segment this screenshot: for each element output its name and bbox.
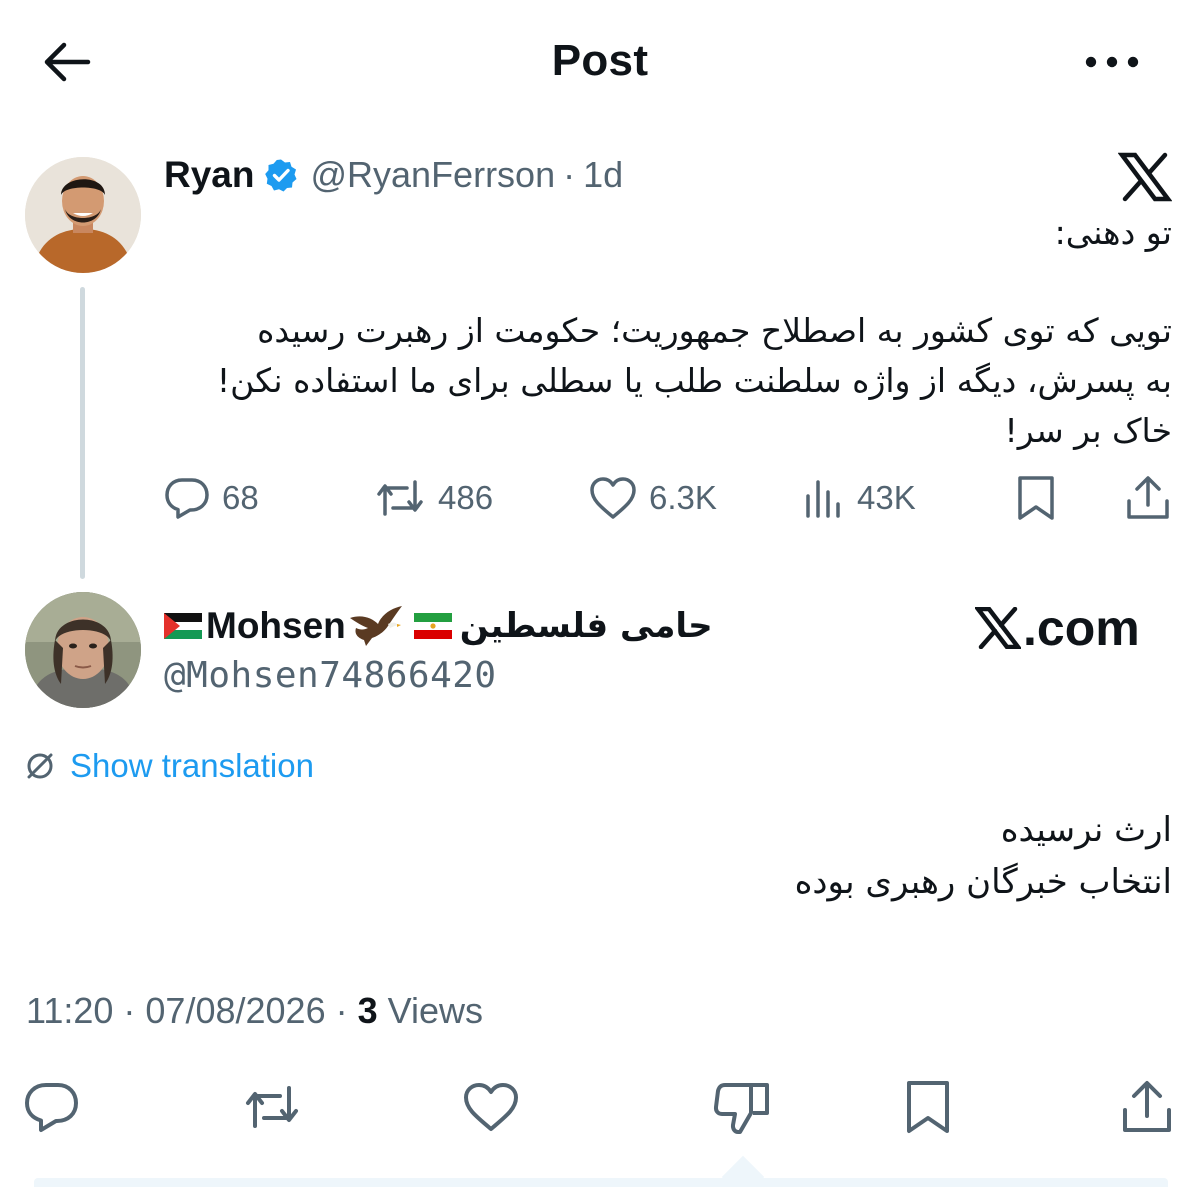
- reply-button[interactable]: 68: [164, 468, 259, 528]
- post-text-line: به پسرش، دیگه از واژه سلطنت طلب یا سطلی …: [216, 361, 1172, 400]
- downvote-button[interactable]: [710, 1075, 774, 1139]
- bookmark-button[interactable]: [1015, 468, 1057, 528]
- views-number[interactable]: 3: [358, 990, 378, 1031]
- like-count: 6.3K: [649, 479, 717, 516]
- reply-action-bar: [0, 1075, 1200, 1139]
- verified-badge-icon: [264, 158, 298, 192]
- reply-author-row[interactable]: Mohsen حامی فلسطین: [164, 603, 713, 649]
- bookmark-icon: [907, 1081, 949, 1133]
- post-time[interactable]: 1d: [583, 154, 623, 196]
- show-translation-label: Show translation: [70, 747, 314, 784]
- translate-globe-icon: [27, 753, 53, 779]
- x-logo-icon: [975, 607, 1021, 649]
- thumbs-down-icon: [713, 1083, 769, 1134]
- share-button[interactable]: [1125, 468, 1171, 528]
- reply-count: 68: [222, 479, 259, 516]
- post-text-blank: [172, 258, 1172, 306]
- reply-icon: [165, 478, 209, 519]
- reply-icon: [25, 1083, 78, 1132]
- post-text-line: تو دهنی:: [1054, 213, 1172, 252]
- eagle-icon: [348, 604, 404, 648]
- watermark-text: .com: [1023, 600, 1140, 656]
- separator-dot: ·: [563, 154, 576, 195]
- heart-icon: [464, 1083, 518, 1131]
- author-handle[interactable]: @RyanFerrson: [310, 154, 555, 196]
- reply-author-name: Mohsen: [206, 605, 346, 646]
- repost-button[interactable]: 486: [374, 468, 493, 528]
- repost-icon: [377, 480, 423, 516]
- show-translation-link[interactable]: Show translation: [24, 744, 314, 788]
- x-watermark: .com: [975, 598, 1140, 658]
- repost-count: 486: [438, 479, 494, 516]
- share-button[interactable]: [1115, 1075, 1179, 1139]
- ellipsis-icon: [1085, 56, 1139, 68]
- post-meta: 11:20 · 07/08/2026 · 3 Views: [26, 990, 483, 1032]
- views-button[interactable]: 43K: [803, 468, 916, 528]
- post-body: تو دهنی: تویی که توی کشور به اصطلاح جمهو…: [172, 208, 1172, 456]
- top-bar: Post: [0, 0, 1200, 125]
- share-icon: [1127, 476, 1169, 519]
- heart-icon: [590, 477, 636, 519]
- thread-connector: [80, 287, 85, 579]
- like-button[interactable]: [459, 1075, 523, 1139]
- reply-author-handle[interactable]: @Mohsen74866420: [164, 655, 497, 696]
- more-options-button[interactable]: [1080, 40, 1144, 84]
- palestine-flag-icon: [164, 613, 202, 639]
- analytics-icon: [806, 480, 840, 518]
- post-action-bar: 68 486 6.3K 43K: [0, 468, 1200, 528]
- post-timestamp: 11:20 · 07/08/2026 ·: [26, 990, 358, 1031]
- iran-flag-icon: [413, 613, 452, 639]
- x-logo-icon: [1117, 152, 1173, 202]
- reply-text-line: ارث نرسیده: [1000, 810, 1172, 850]
- bookmark-button[interactable]: [896, 1075, 960, 1139]
- bookmark-icon: [1018, 476, 1054, 520]
- avatar-photo: [25, 592, 141, 708]
- post-text-line: تویی که توی کشور به اصطلاح جمهوریت؛ حکوم…: [257, 311, 1172, 350]
- post-text-line: خاک بر سر!: [1004, 411, 1172, 450]
- post-header: Ryan @RyanFerrson · 1d: [164, 152, 623, 198]
- repost-button[interactable]: [240, 1075, 304, 1139]
- reply-body: ارث نرسیده انتخاب خبرگان رهبری بوده: [272, 804, 1172, 908]
- views-label: Views: [377, 990, 483, 1031]
- share-icon: [1123, 1081, 1171, 1132]
- reply-button[interactable]: [20, 1075, 84, 1139]
- reply-text-line: انتخاب خبرگان رهبری بوده: [794, 862, 1172, 902]
- like-button[interactable]: 6.3K: [589, 468, 717, 528]
- avatar[interactable]: [25, 592, 141, 708]
- page-title: Post: [551, 36, 649, 85]
- repost-icon: [246, 1086, 298, 1128]
- avatar[interactable]: [25, 157, 141, 273]
- views-count: 43K: [857, 479, 916, 516]
- avatar-photo: [25, 157, 141, 273]
- reply-composer-edge: [34, 1178, 1168, 1187]
- reply-author-name-persian: حامی فلسطین: [459, 606, 713, 646]
- author-name[interactable]: Ryan: [164, 154, 254, 196]
